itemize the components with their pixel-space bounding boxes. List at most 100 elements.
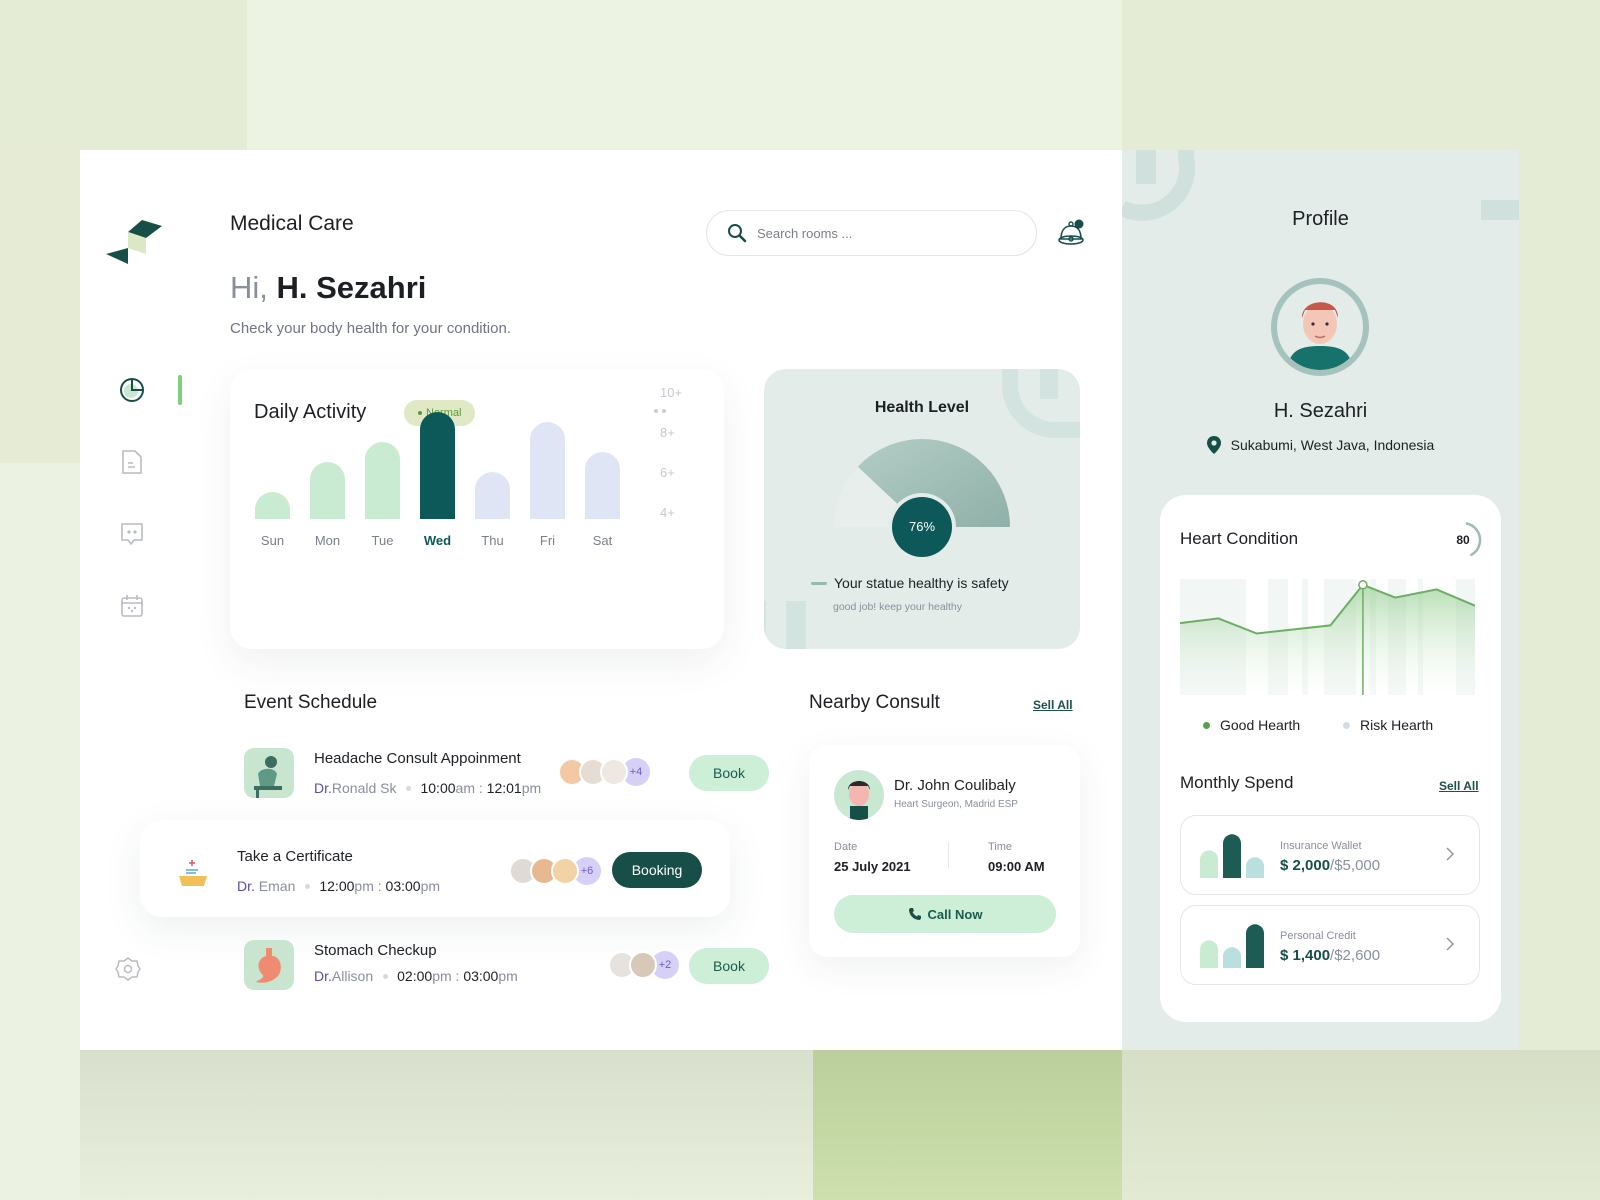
spend-total: /$5,000 xyxy=(1330,857,1381,874)
page-subtitle: Check your body health for your conditio… xyxy=(230,320,511,337)
doctor-prefix: Dr. xyxy=(314,968,332,984)
bar-sat xyxy=(585,452,620,519)
event-meta: Dr.Allison 02:00pm : 03:00pm xyxy=(314,968,518,984)
highlight-point[interactable] xyxy=(1358,580,1368,590)
spend-current: $ 1,400 xyxy=(1280,947,1331,964)
mini-bar xyxy=(1223,947,1241,968)
notification-bell-icon[interactable] xyxy=(1056,218,1086,248)
x-tick-label: Wed xyxy=(424,533,451,548)
end-suffix: pm xyxy=(420,878,441,894)
gear-icon[interactable] xyxy=(115,956,141,982)
certificate-illustration-icon xyxy=(168,846,218,901)
legend-risk: Risk Hearth xyxy=(1343,717,1433,733)
end-time: 03:00 xyxy=(385,878,421,894)
start-suffix: pm xyxy=(354,878,374,894)
legend-label: Good Hearth xyxy=(1220,717,1301,733)
call-now-label: Call Now xyxy=(927,906,983,922)
doctor-name: Dr. John Coulibaly xyxy=(894,777,1016,794)
sidebar-item-dashboard[interactable] xyxy=(118,376,146,404)
date-value: 25 July 2021 xyxy=(834,859,911,874)
app-window: Medical Care Hi, H. Sezahri Check your b… xyxy=(80,150,1519,1050)
doctor-name: Eman xyxy=(254,878,296,894)
document-icon xyxy=(122,450,142,474)
health-hint: good job! keep your healthy xyxy=(833,601,963,613)
y-tick-label: 10+ xyxy=(660,385,682,400)
spend-item-credit[interactable]: Personal Credit $ 1,400/$2,600 xyxy=(1180,905,1480,985)
mini-bar xyxy=(1200,940,1218,968)
background-block xyxy=(0,150,80,463)
health-status: Your statue healthy is safety xyxy=(834,575,1009,591)
chevron-right-icon xyxy=(1446,937,1454,951)
time-value: 09:00 AM xyxy=(988,859,1045,874)
see-all-link[interactable]: Sell All xyxy=(1033,698,1073,712)
book-button[interactable]: Book xyxy=(689,755,769,791)
search-bar[interactable] xyxy=(706,210,1037,256)
chat-icon xyxy=(121,523,143,545)
doctor-name: Allison xyxy=(331,968,374,984)
event-meta: Dr.Ronald Sk 10:00am : 12:01pm xyxy=(314,780,542,796)
end-time: 12:01 xyxy=(486,780,522,796)
x-tick-label: Thu xyxy=(481,533,503,548)
calendar-icon xyxy=(121,595,143,617)
spend-label: Insurance Wallet xyxy=(1280,840,1362,852)
event-meta: Dr. Eman 12:00pm : 03:00pm xyxy=(237,878,441,894)
greeting: Hi, H. Sezahri xyxy=(230,270,426,306)
bar-wed xyxy=(420,412,455,519)
booking-button[interactable]: Booking xyxy=(612,852,702,888)
active-indicator xyxy=(178,375,182,405)
legend-dot xyxy=(1343,721,1350,729)
attendee-avatars: +2 xyxy=(608,951,679,979)
sidebar-item-messages[interactable] xyxy=(118,520,146,548)
phone-icon xyxy=(908,908,921,920)
heart-score-ring: 80 xyxy=(1444,521,1482,559)
bar-sun xyxy=(255,492,290,519)
event-name: Stomach Checkup xyxy=(314,942,437,959)
mini-bar-chart xyxy=(1200,924,1264,968)
heart-score: 80 xyxy=(1456,533,1470,547)
attendee-avatars: +4 xyxy=(558,758,650,786)
start-suffix: am xyxy=(455,780,475,796)
call-now-button[interactable]: Call Now xyxy=(834,895,1056,933)
decorative-shape xyxy=(764,601,766,649)
start-suffix: pm xyxy=(432,968,452,984)
search-icon xyxy=(728,224,747,243)
see-all-link[interactable]: Sell All xyxy=(1439,779,1479,793)
decorative-shape xyxy=(786,601,806,649)
profile-avatar xyxy=(1271,278,1369,376)
profile-panel: Profile H. Sezahri Sukabumi, West Java, … xyxy=(1122,150,1519,1050)
spend-amount: $ 1,400/$2,600 xyxy=(1280,947,1380,964)
stomach-illustration-icon xyxy=(244,940,294,990)
bar-tue xyxy=(365,442,400,519)
daily-activity-chart: Sun Mon Tue Wed Thu Fri Sat 10+ 8+ 6+ 4+ xyxy=(255,385,682,548)
mini-bar xyxy=(1200,850,1218,878)
greeting-user-name: H. Sezahri xyxy=(276,270,427,305)
sidebar-item-calendar[interactable] xyxy=(118,592,146,620)
location-text: Sukabumi, West Java, Indonesia xyxy=(1230,437,1435,453)
profile-name: H. Sezahri xyxy=(1273,400,1368,422)
date-label: Date xyxy=(834,841,858,853)
search-input[interactable] xyxy=(757,225,1007,241)
sidebar-item-documents[interactable] xyxy=(118,448,146,476)
pie-chart-icon xyxy=(120,378,144,402)
x-tick-label: Tue xyxy=(372,533,394,548)
y-tick-label: 4+ xyxy=(660,505,675,520)
background-block xyxy=(813,1050,1122,1200)
legend-dot xyxy=(1203,721,1210,729)
mini-bar-chart xyxy=(1200,834,1264,878)
doctor-name: Ronald Sk xyxy=(331,780,397,796)
spend-item-insurance[interactable]: Insurance Wallet $ 2,000/$5,000 xyxy=(1180,815,1480,895)
consult-card: Dr. John Coulibaly Heart Surgeon, Madrid… xyxy=(809,745,1080,957)
spend-amount: $ 2,000/$5,000 xyxy=(1280,857,1380,874)
end-time: 03:00 xyxy=(463,968,499,984)
status-line-marker xyxy=(811,582,827,585)
event-schedule-title: Event Schedule xyxy=(244,692,378,713)
legend-good: Good Hearth xyxy=(1203,717,1300,733)
doctor-role: Heart Surgeon, Madrid ESP xyxy=(894,799,1018,810)
bar-thu xyxy=(475,472,510,519)
bar-fri xyxy=(530,422,565,519)
start-time: 10:00 xyxy=(420,780,456,796)
book-button[interactable]: Book xyxy=(689,948,769,984)
avatar xyxy=(629,951,657,979)
logo-icon xyxy=(106,220,162,264)
profile-location: Sukabumi, West Java, Indonesia xyxy=(1122,436,1519,454)
